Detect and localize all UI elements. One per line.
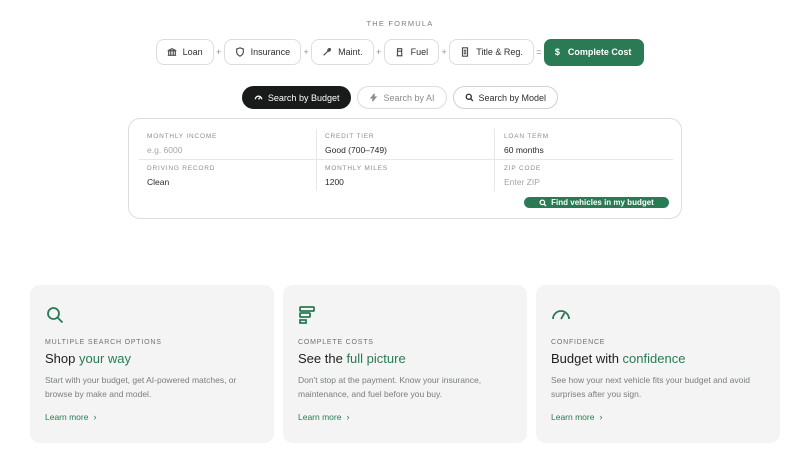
tab-search-by-budget[interactable]: Search by Budget [241, 86, 352, 109]
formula-pill-loan[interactable]: Loan [155, 39, 214, 65]
formula-pill-label: Insurance [250, 47, 291, 57]
find-vehicles-button[interactable]: Find vehicles in my budget [524, 197, 669, 208]
feature-description: Start with your budget, get AI-powered m… [45, 375, 237, 399]
formula-pill-title-reg[interactable]: Title & Reg. [449, 39, 534, 65]
tab-search-by-model[interactable]: Search by Model [452, 86, 559, 109]
learn-more-link[interactable]: Learn more › [551, 412, 602, 422]
budget-search-form: MONTHLY INCOME e.g. 6000 CREDIT TIER Goo… [128, 118, 682, 219]
driving-record-value: Clean [147, 177, 170, 187]
speedometer-icon [254, 95, 263, 100]
gauge-icon [551, 305, 571, 325]
zip-code-field[interactable]: ZIP CODE Enter ZIP [504, 151, 664, 187]
feature-title-accent: your way [78, 351, 132, 366]
feature-eyebrow: COMPLETE COSTS [298, 339, 374, 346]
chevron-right-icon: › [93, 412, 97, 422]
field-label: DRIVING RECORD [147, 165, 216, 172]
feature-title-prefix: See the [298, 351, 347, 366]
formula-pill-label: Title & Reg. [476, 47, 523, 57]
learn-more-label: Learn more [298, 412, 342, 422]
wrench-icon [323, 47, 332, 56]
zip-code-input[interactable]: Enter ZIP [504, 177, 540, 187]
loan-term-select[interactable]: LOAN TERM 60 months [504, 119, 664, 155]
feature-title: Shop your way [45, 351, 131, 366]
learn-more-label: Learn more [45, 412, 89, 422]
formula-pill-insurance[interactable]: Insurance [223, 39, 302, 65]
feature-title-prefix: Shop [45, 351, 79, 366]
feature-card-complete-costs: COMPLETE COSTS See the full picture Don'… [283, 285, 527, 443]
feature-title-accent: confidence [622, 351, 686, 366]
fuel-icon [396, 48, 403, 57]
feature-eyebrow: MULTIPLE SEARCH OPTIONS [45, 339, 162, 346]
chevron-right-icon: › [346, 412, 350, 422]
field-label: ZIP CODE [504, 165, 541, 172]
search-icon [539, 198, 547, 206]
field-label: MONTHLY INCOME [147, 133, 218, 140]
feature-eyebrow: CONFIDENCE [551, 339, 606, 346]
document-icon [462, 47, 469, 57]
formula-pill-label: Loan [182, 47, 203, 57]
bolt-icon [370, 93, 378, 102]
bank-icon [167, 48, 177, 56]
feature-description: See how your next vehicle fits your budg… [551, 375, 750, 399]
find-vehicles-label: Find vehicles in my budget [551, 198, 654, 207]
formula-title: THE FORMULA [366, 19, 434, 28]
column-divider [494, 129, 495, 191]
equals-sign: = [536, 47, 542, 57]
search-mode-tabs: Search by Budget Search by AI Search by … [0, 86, 800, 109]
plus-sign: + [303, 47, 309, 57]
complete-cost-pill[interactable]: $ Complete Cost [543, 38, 645, 66]
feature-title-accent: full picture [346, 351, 406, 366]
plus-sign: + [376, 47, 382, 57]
plus-sign: + [215, 47, 222, 57]
feature-card-confidence: CONFIDENCE Budget with confidence See ho… [536, 285, 780, 443]
field-label: LOAN TERM [504, 133, 550, 140]
driving-record-select[interactable]: DRIVING RECORD Clean [147, 151, 307, 187]
tab-label: Search by AI [383, 92, 435, 103]
tab-search-by-ai[interactable]: Search by AI [357, 86, 447, 109]
feature-card-search-options: MULTIPLE SEARCH OPTIONS Shop your way St… [30, 285, 274, 443]
dollar-icon: $ [554, 47, 560, 57]
learn-more-label: Learn more [551, 412, 595, 422]
column-divider [316, 129, 317, 191]
plus-sign: + [441, 47, 447, 57]
monthly-miles-field[interactable]: MONTHLY MILES 1200 [325, 151, 485, 187]
monthly-miles-input[interactable]: 1200 [325, 177, 344, 187]
feature-title: See the full picture [298, 351, 406, 366]
field-label: CREDIT TIER [325, 133, 375, 140]
monthly-income-field[interactable]: MONTHLY INCOME e.g. 6000 [147, 119, 307, 155]
formula-pill-label: Maint. [338, 47, 363, 57]
tab-label: Search by Model [478, 92, 547, 103]
feature-description: Don't stop at the payment. Know your ins… [298, 375, 482, 399]
credit-tier-select[interactable]: CREDIT TIER Good (700–749) [325, 119, 485, 155]
formula-pill-fuel[interactable]: Fuel [383, 39, 440, 65]
shield-icon [235, 47, 244, 57]
formula-row: Loan + Insurance + Maint. + Fuel + Title… [0, 38, 800, 66]
learn-more-link[interactable]: Learn more › [45, 412, 96, 422]
search-icon [465, 93, 473, 102]
feature-title-prefix: Budget with [551, 351, 623, 366]
field-label: MONTHLY MILES [325, 165, 388, 172]
chevron-right-icon: › [599, 412, 603, 422]
feature-title: Budget with confidence [551, 351, 685, 366]
layers-icon [298, 305, 318, 325]
tab-label: Search by Budget [267, 92, 340, 103]
formula-pill-maint[interactable]: Maint. [311, 39, 374, 65]
search-icon [45, 305, 65, 325]
complete-cost-label: Complete Cost [567, 47, 632, 57]
formula-pill-label: Fuel [410, 47, 429, 57]
feature-cards: MULTIPLE SEARCH OPTIONS Shop your way St… [30, 285, 780, 443]
learn-more-link[interactable]: Learn more › [298, 412, 349, 422]
